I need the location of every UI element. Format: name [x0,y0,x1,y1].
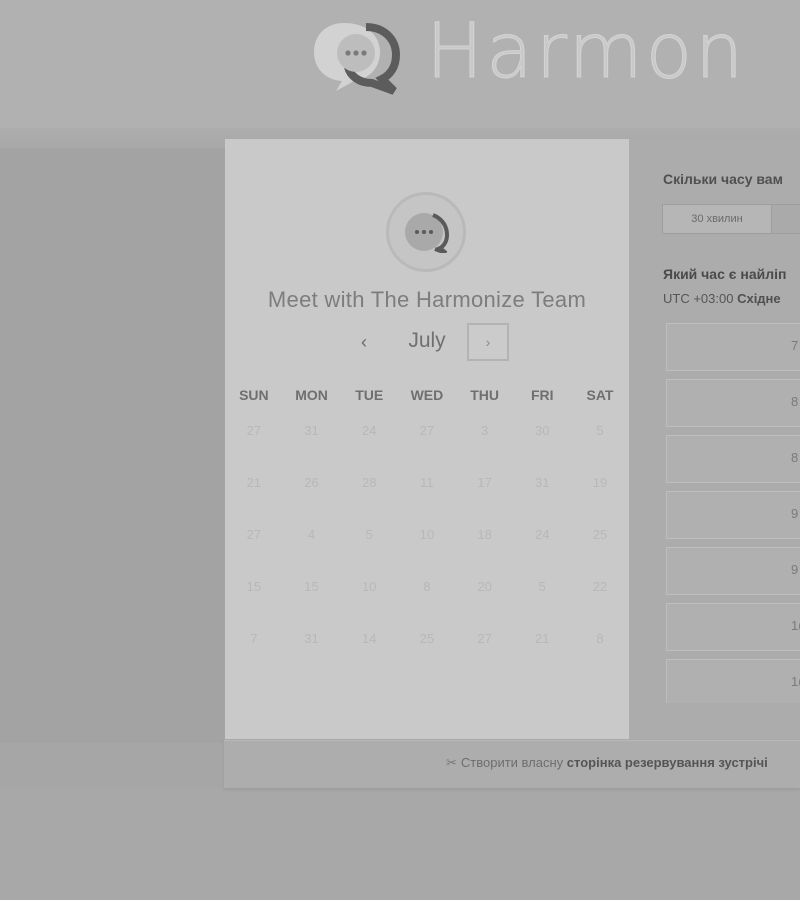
booking-panel: Скільки часу вам 30 хвилин Який час є на… [629,139,800,739]
calendar-day: 10 [398,524,456,576]
calendar-card: Meet with The Harmonize Team ‹ July › SU… [225,139,629,739]
footer-text-plain: Створити власну [461,755,563,770]
calendar-week: 7 31 14 25 27 21 8 [225,628,629,680]
timezone-offset: UTC +03:00 [663,291,733,306]
month-label: July [395,329,459,353]
lower-band [0,743,224,787]
duration-question: Скільки часу вам [663,171,783,187]
time-slot-label: 7 [791,338,798,353]
calendar-day: 20 [456,576,514,628]
calendar-day: 27 [225,524,283,576]
calendar-day: 27 [398,420,456,472]
weekday-thu: THU [456,387,514,403]
calendar-day: 14 [340,628,398,680]
time-slot[interactable]: 8 [666,435,800,483]
duration-option-other[interactable] [772,204,800,234]
calendar-day: 18 [456,524,514,576]
time-slot[interactable]: 9 [666,491,800,539]
timezone-label[interactable]: UTC +03:00 Східне [663,291,781,306]
calendar-week: 21 26 28 11 17 31 19 [225,472,629,524]
calendar-day: 22 [571,576,629,628]
time-slot-label: 8 [791,394,798,409]
calendar-day: 24 [513,524,571,576]
calendar-week: 27 4 5 10 18 24 25 [225,524,629,576]
calendar-day: 5 [340,524,398,576]
brand-header: Harmon [0,0,800,128]
calendar-day: 31 [283,628,341,680]
timezone-name: Східне [737,291,781,306]
calendar-day: 27 [456,628,514,680]
weekday-mon: MON [283,387,341,403]
calendar-day: 24 [340,420,398,472]
time-slot[interactable]: 7 [666,323,800,371]
calendar-day: 8 [398,576,456,628]
team-avatar [386,192,466,272]
create-booking-page-link[interactable]: ✂ Створити власну сторінка резервування з… [446,755,768,771]
calendar-day: 15 [283,576,341,628]
calendar-grid: 27 31 24 27 3 30 5 21 26 28 11 17 31 19 … [225,420,629,680]
time-slot-list[interactable]: 7 8 8 9 9 1( 1( [666,323,800,703]
calendar-day: 7 [225,628,283,680]
calendar-day: 26 [283,472,341,524]
chat-bubble-logo-icon [310,17,402,95]
calendar-week: 27 31 24 27 3 30 5 [225,420,629,472]
time-slot[interactable]: 1( [666,659,800,703]
time-slot-label: 1( [791,618,800,633]
time-question: Який час є найліп [663,266,786,282]
scissors-icon: ✂ [446,755,457,771]
calendar-day: 21 [225,472,283,524]
weekday-sat: SAT [571,387,629,403]
time-slot[interactable]: 8 [666,379,800,427]
booking-page: Harmon Meet with The Harmonize Team ‹ Ju… [0,0,800,900]
weekday-header: SUN MON TUE WED THU FRI SAT [225,387,629,403]
time-slot-label: 9 [791,562,798,577]
weekday-sun: SUN [225,387,283,403]
calendar-day: 3 [456,420,514,472]
weekday-tue: TUE [340,387,398,403]
footer-bar: ✂ Створити власну сторінка резервування з… [224,740,800,788]
time-slot-label: 1( [791,674,800,689]
brand-name: Harmon [426,6,746,95]
event-title: Meet with The Harmonize Team [225,287,629,313]
calendar-day: 5 [571,420,629,472]
calendar-day: 21 [513,628,571,680]
calendar-day: 28 [340,472,398,524]
left-band [0,148,225,743]
footer-text-bold: сторінка резервування зустрічі [567,755,768,770]
calendar-day: 27 [225,420,283,472]
calendar-day: 8 [571,628,629,680]
time-slot-label: 9 [791,506,798,521]
time-slot[interactable]: 1( [666,603,800,651]
weekday-fri: FRI [513,387,571,403]
calendar-day: 31 [283,420,341,472]
calendar-day: 19 [571,472,629,524]
next-month-button[interactable]: › [467,323,509,361]
calendar-day: 4 [283,524,341,576]
weekday-wed: WED [398,387,456,403]
calendar-day: 17 [456,472,514,524]
calendar-day: 25 [571,524,629,576]
calendar-day: 25 [398,628,456,680]
calendar-day: 30 [513,420,571,472]
calendar-day: 10 [340,576,398,628]
chat-bubble-icon [403,211,449,253]
previous-month-button[interactable]: ‹ [351,327,377,357]
time-slot-label: 8 [791,450,798,465]
calendar-day: 5 [513,576,571,628]
duration-selector: 30 хвилин [662,204,800,234]
month-navigation: ‹ July › [225,323,629,363]
duration-option-30[interactable]: 30 хвилин [662,204,772,234]
calendar-day: 15 [225,576,283,628]
calendar-day: 31 [513,472,571,524]
calendar-day: 11 [398,472,456,524]
time-slot[interactable]: 9 [666,547,800,595]
calendar-week: 15 15 10 8 20 5 22 [225,576,629,628]
